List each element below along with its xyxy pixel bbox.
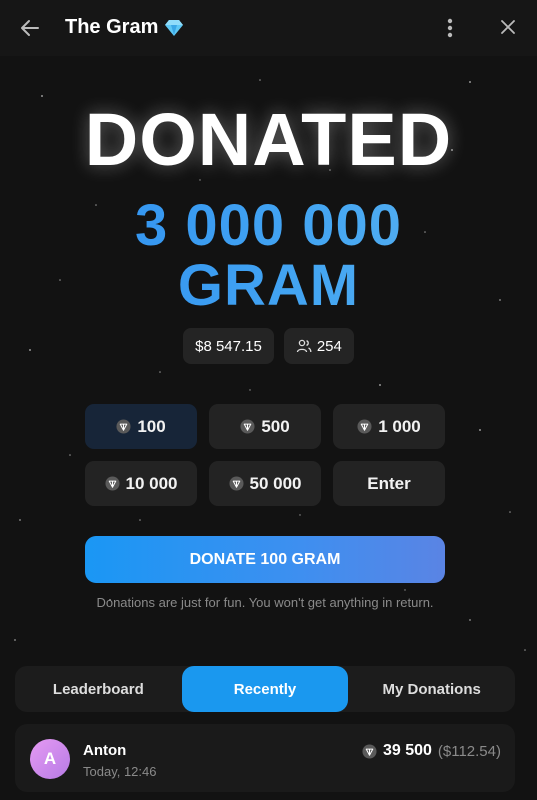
- tab-recently[interactable]: Recently: [181, 666, 349, 712]
- amount-option-1000[interactable]: 1 000: [333, 404, 445, 449]
- donors-count: 254: [316, 337, 342, 355]
- title-bar: The Gram: [0, 0, 537, 56]
- donor-name: Anton: [83, 742, 127, 759]
- donation-amount-value: 39 500: [382, 742, 432, 759]
- more-vertical-icon[interactable]: [440, 16, 460, 40]
- stats-row: $8 547.15 254: [0, 328, 537, 364]
- donated-headline: DONATED: [84, 98, 453, 181]
- amount-option-enter-custom[interactable]: Enter: [333, 461, 445, 506]
- window-title: The Gram: [65, 16, 184, 39]
- amount-options: 100 500 1 000 10 000 50 000 Enter: [85, 404, 445, 506]
- amount-option-label: 100: [137, 416, 166, 436]
- close-icon[interactable]: [497, 16, 519, 38]
- donation-row[interactable]: A Anton Today, 12:46 39 500 ($112.54): [15, 724, 515, 792]
- gram-gem-icon: [357, 419, 372, 434]
- amount-option-500[interactable]: 500: [209, 404, 321, 449]
- donated-amount: 3 000 000 GRAM: [0, 196, 537, 316]
- amount-option-10000[interactable]: 10 000: [85, 461, 197, 506]
- amount-option-label: 500: [261, 416, 290, 436]
- amount-option-50000[interactable]: 50 000: [209, 461, 321, 506]
- users-icon: [296, 339, 312, 353]
- gram-gem-icon: [228, 476, 244, 491]
- usd-total: $8 547.15: [195, 337, 262, 355]
- donors-chip: 254: [283, 328, 354, 364]
- tab-my-donations[interactable]: My Donations: [348, 666, 515, 712]
- amount-option-100[interactable]: 100: [85, 404, 197, 449]
- gram-gem-icon: [362, 743, 377, 759]
- donated-amount-number: 3 000 000: [134, 193, 403, 258]
- gram-gem-icon: [104, 476, 120, 491]
- amount-option-label: 1 000: [378, 416, 421, 436]
- donate-button[interactable]: DONATE 100 GRAM: [85, 536, 445, 583]
- amount-option-label: 50 000: [249, 473, 302, 493]
- window-title-text: The Gram: [65, 16, 159, 38]
- donation-amount-usd: ($112.54): [437, 742, 501, 760]
- amount-option-label: 10 000: [125, 473, 178, 493]
- tab-leaderboard[interactable]: Leaderboard: [15, 666, 182, 712]
- disclaimer-note: Donations are just for fun. You won't ge…: [96, 595, 434, 610]
- amount-option-label: Enter: [367, 473, 411, 493]
- gram-gem-icon: [240, 419, 255, 434]
- arrow-left-icon[interactable]: [18, 16, 42, 40]
- donation-amount: 39 500 ($112.54): [362, 742, 501, 760]
- donations-tabs: Leaderboard Recently My Donations: [15, 666, 515, 712]
- donated-amount-currency: GRAM: [177, 253, 360, 318]
- diamond-icon: [165, 19, 184, 36]
- usd-total-chip: $8 547.15: [183, 328, 274, 364]
- avatar: A: [30, 739, 70, 779]
- gram-gem-icon: [116, 419, 131, 434]
- donation-time: Today, 12:46: [83, 764, 157, 779]
